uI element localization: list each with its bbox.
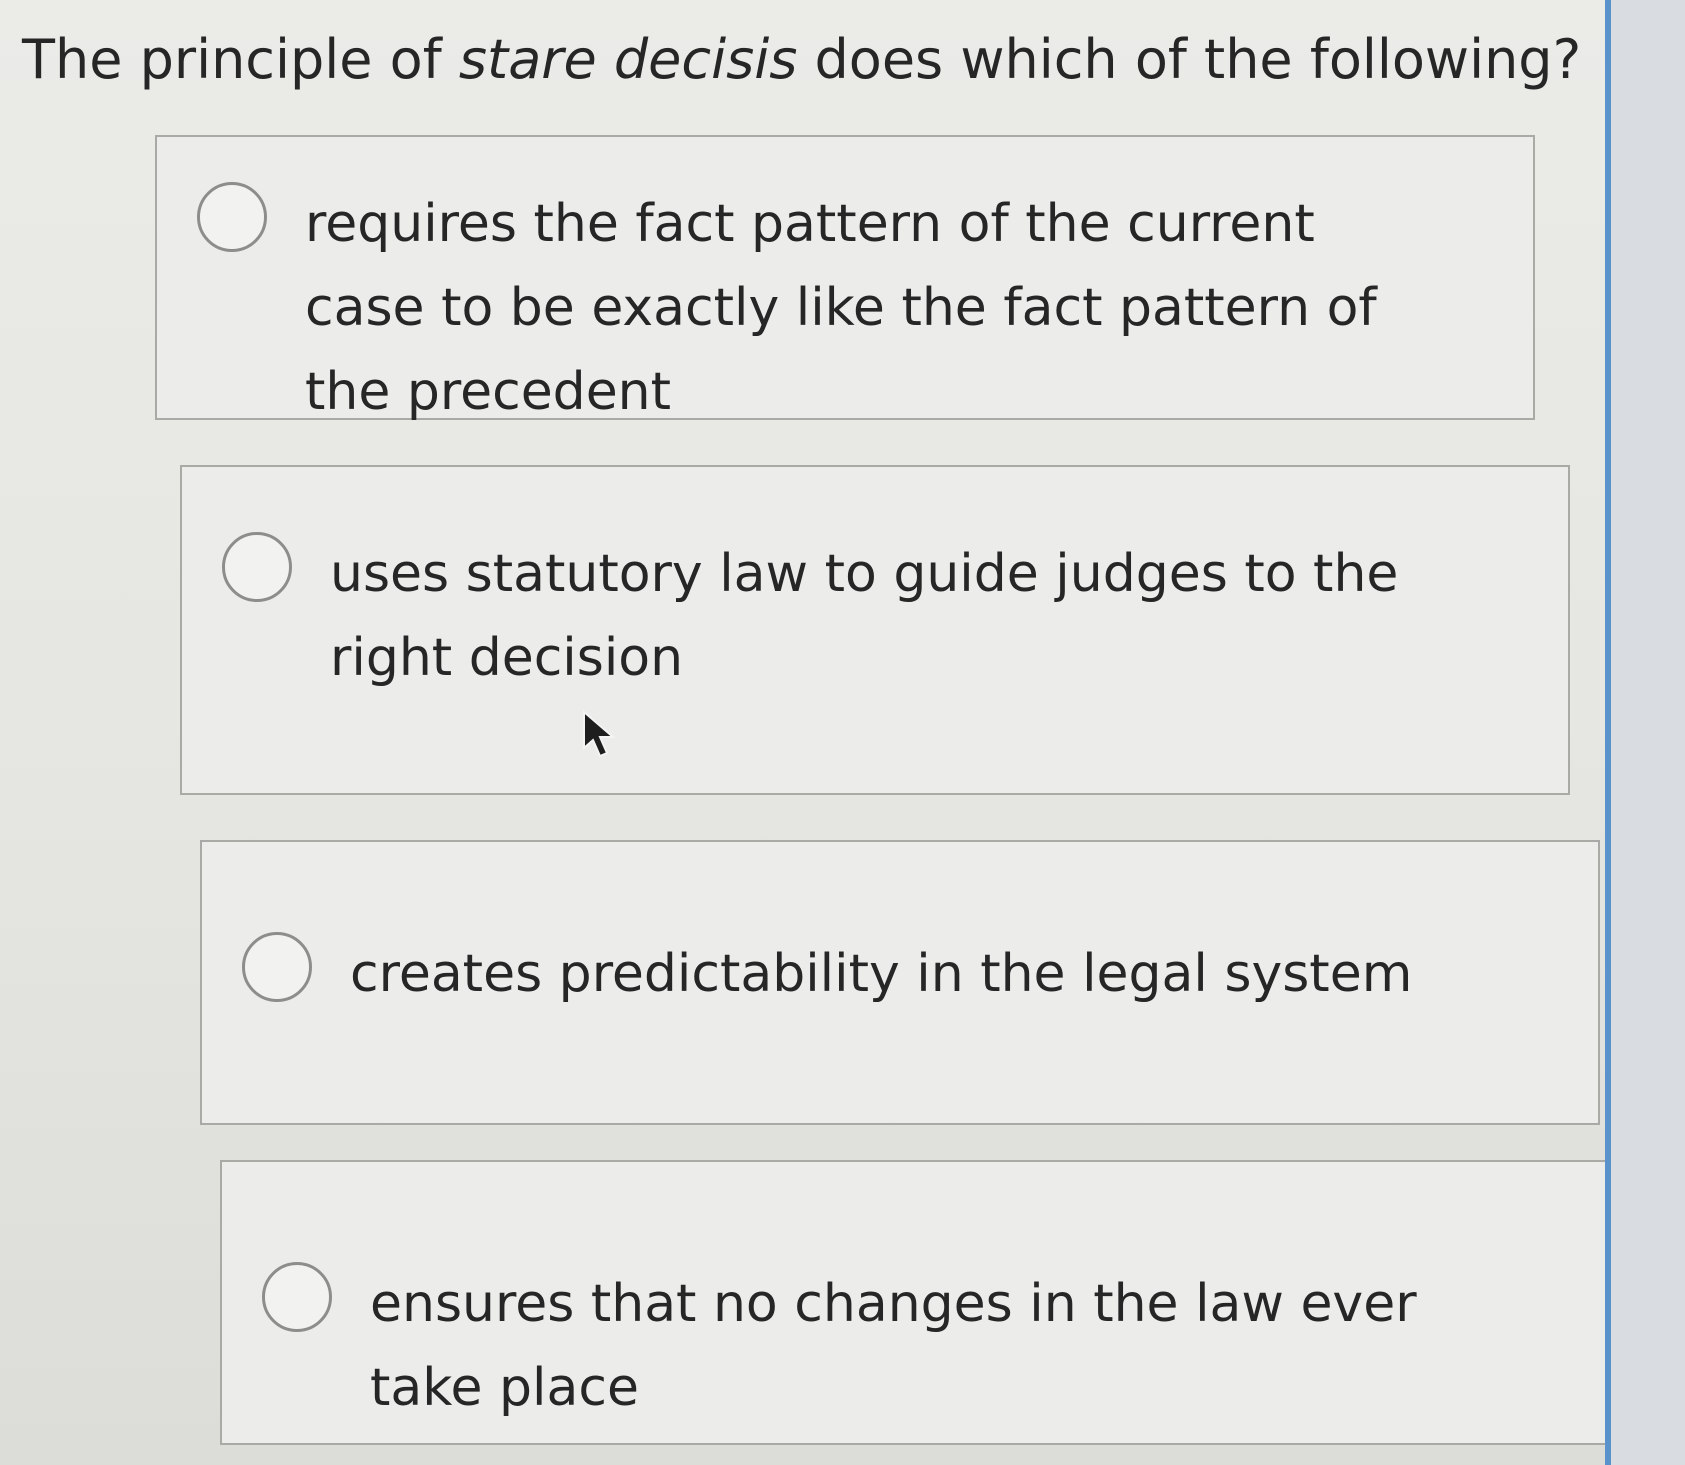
radio-button-icon[interactable] xyxy=(262,1262,332,1332)
question-text: The principle of stare decisis does whic… xyxy=(22,22,1581,98)
right-edge-panel xyxy=(1605,0,1685,1465)
answer-option-1[interactable]: requires the fact pattern of the current… xyxy=(155,135,1535,422)
question-suffix: does which of the following? xyxy=(797,28,1582,91)
radio-button-icon[interactable] xyxy=(197,182,267,252)
answer-option-label: ensures that no changes in the law ever … xyxy=(370,1274,1417,1418)
answer-option-3[interactable]: creates predictability in the legal syst… xyxy=(200,840,1600,1125)
screen: The principle of stare decisis does whic… xyxy=(0,0,1685,1465)
answer-options: requires the fact pattern of the current… xyxy=(155,135,1635,1445)
question-prefix: The principle of xyxy=(22,28,459,91)
radio-button-icon[interactable] xyxy=(222,532,292,602)
answer-option-4[interactable]: ensures that no changes in the law ever … xyxy=(220,1160,1635,1445)
question-emphasis: stare decisis xyxy=(458,28,798,91)
answer-option-2[interactable]: uses statutory law to guide judges to th… xyxy=(180,465,1570,795)
mouse-pointer-icon xyxy=(583,710,616,758)
radio-button-icon[interactable] xyxy=(242,932,312,1002)
answer-option-label: requires the fact pattern of the current… xyxy=(305,194,1377,422)
answer-option-label: uses statutory law to guide judges to th… xyxy=(330,544,1399,688)
answer-option-label: creates predictability in the legal syst… xyxy=(350,944,1413,1004)
